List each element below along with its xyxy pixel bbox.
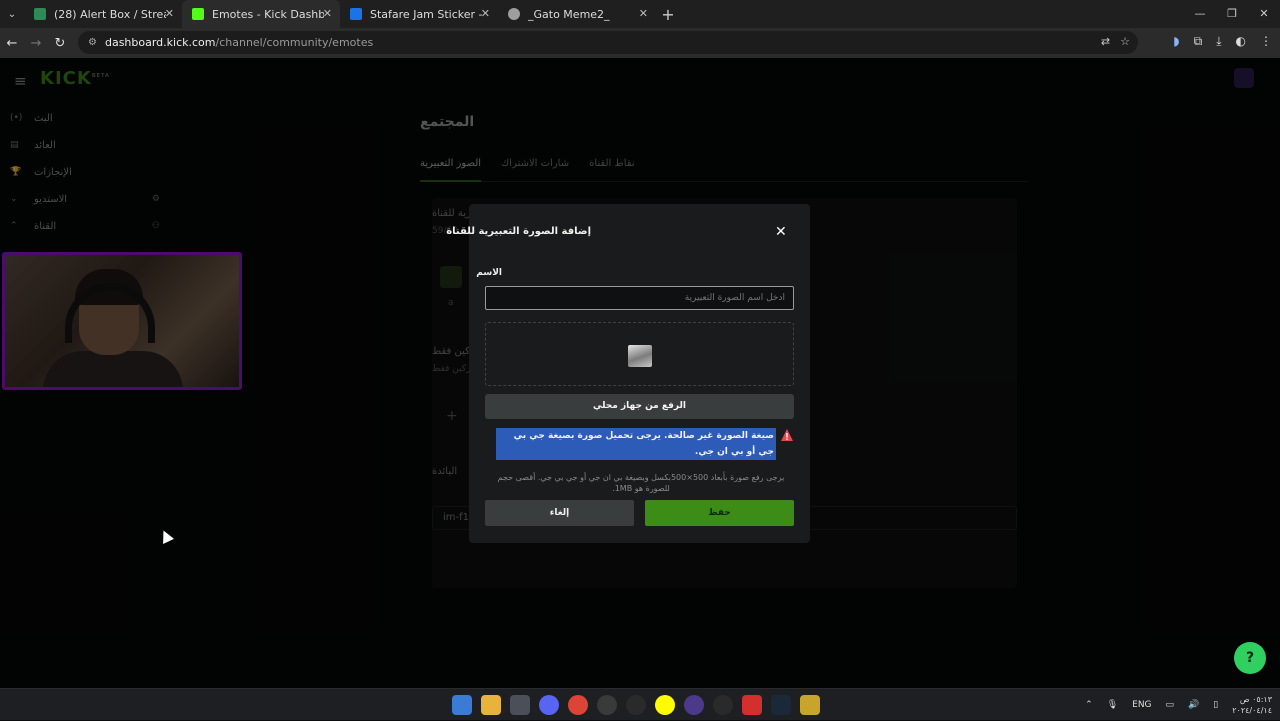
window-close-icon[interactable]: ✕ xyxy=(1248,0,1280,28)
tab-search-chevron-icon[interactable]: ⌄ xyxy=(0,9,24,20)
windows-taskbar: ⌃ 🎙 ENG ▭ 🔊 ▯ ٠٥:١٣ ص ٢٠٢٤/٠٤/١٤ xyxy=(0,688,1280,720)
network-icon[interactable]: ▭ xyxy=(1166,700,1175,710)
chrome-icon[interactable] xyxy=(568,695,588,715)
name-label: الاسم xyxy=(476,268,502,278)
download-icon[interactable]: ⤓ xyxy=(1216,34,1221,49)
browser-tab-kick-dashboard[interactable]: Emotes - Kick Dashboard ✕ xyxy=(182,0,340,28)
snapchat-icon[interactable] xyxy=(655,695,675,715)
bookmark-star-icon[interactable]: ☆ xyxy=(1120,35,1130,48)
close-tab-icon[interactable]: ✕ xyxy=(323,7,332,20)
discord-icon[interactable] xyxy=(539,695,559,715)
back-arrow-icon[interactable]: ← xyxy=(0,36,24,51)
site-info-icon[interactable]: ⚙ xyxy=(88,37,97,48)
cancel-button[interactable]: إلغاء xyxy=(485,500,634,526)
address-bar[interactable]: ⚙ dashboard.kick.com/channel/community/e… xyxy=(78,31,1138,54)
kick-dashboard-page: ≡ KICKBETA (•) البث ▤ العائد 🏆 الإنجازات ⌄ ا… xyxy=(0,58,1280,688)
browser-tab-stafare[interactable]: Stafare Jam Sticker - Stafare Ja ✕ xyxy=(340,0,498,28)
read-aloud-icon[interactable]: ◗ xyxy=(1173,34,1179,49)
image-dropzone[interactable] xyxy=(485,322,794,386)
error-message: صيغة الصورة غير صالحة. يرجى تحميل صورة ب… xyxy=(485,428,794,460)
save-button[interactable]: حفظ xyxy=(645,500,794,526)
language-indicator[interactable]: ENG xyxy=(1132,700,1151,710)
reload-icon[interactable]: ↻ xyxy=(48,36,72,51)
browser-toolbar: ← → ↻ ⚙ dashboard.kick.com/channel/commu… xyxy=(0,28,1280,58)
emote-preview-image xyxy=(628,345,652,367)
close-tab-icon[interactable]: ✕ xyxy=(639,7,648,20)
warning-icon xyxy=(781,429,793,441)
media-app-icon[interactable] xyxy=(800,695,820,715)
upload-from-device-button[interactable]: الرفع من جهاز محلي xyxy=(485,394,794,419)
store-icon[interactable] xyxy=(510,695,530,715)
volume-icon[interactable]: 🔊 xyxy=(1188,700,1199,710)
github-icon[interactable] xyxy=(713,695,733,715)
upload-hint: يرجى رفع صورة بأبعاد 500×500بكسل وبصيغة … xyxy=(497,473,785,493)
streamlabs-favicon-icon xyxy=(34,8,46,20)
new-tab-plus-icon[interactable]: + xyxy=(656,5,680,24)
close-tab-icon[interactable]: ✕ xyxy=(481,7,490,20)
microphone-icon[interactable]: 🎙 xyxy=(1107,700,1118,710)
forward-arrow-icon[interactable]: → xyxy=(24,36,48,51)
modal-title: إضافة الصورة التعبيرية للقناة xyxy=(446,226,591,237)
steam-icon[interactable] xyxy=(771,695,791,715)
start-menu-icon[interactable] xyxy=(452,695,472,715)
gif-favicon-icon xyxy=(350,8,362,20)
browser-menu-icon[interactable]: ⋮ xyxy=(1260,34,1272,49)
restore-icon[interactable]: ❐ xyxy=(1216,0,1248,28)
add-emote-modal: إضافة الصورة التعبيرية للقناة ✕ الاسم ال… xyxy=(446,204,810,543)
file-explorer-icon[interactable] xyxy=(481,695,501,715)
support-chat-icon[interactable]: ? xyxy=(1234,642,1266,674)
minimize-icon[interactable]: — xyxy=(1184,0,1216,28)
system-clock[interactable]: ٠٥:١٣ ص ٢٠٢٤/٠٤/١٤ xyxy=(1232,694,1272,716)
browser-tab-gato-meme[interactable]: _Gato Meme2_ ✕ xyxy=(498,0,656,28)
chatgpt-icon[interactable] xyxy=(626,695,646,715)
globe-favicon-icon xyxy=(508,8,520,20)
obs-icon[interactable] xyxy=(597,695,617,715)
tray-chevron-up-icon[interactable]: ⌃ xyxy=(1085,700,1093,710)
translate-icon[interactable]: ⇄ xyxy=(1101,35,1110,48)
url-path: /channel/community/emotes xyxy=(215,36,374,49)
close-tab-icon[interactable]: ✕ xyxy=(165,7,174,20)
emote-name-input[interactable] xyxy=(485,286,794,310)
kick-favicon-icon xyxy=(192,8,204,20)
adobe-icon[interactable] xyxy=(742,695,762,715)
profile-icon[interactable]: ◐ xyxy=(1236,34,1246,49)
browser-tab-strip: ⌄ (28) Alert Box / Streamlabs ✕ Emotes -… xyxy=(0,0,1280,28)
url-domain: dashboard.kick.com xyxy=(104,36,216,49)
error-text: صيغة الصورة غير صالحة. يرجى تحميل صورة ب… xyxy=(496,428,776,460)
browser-tab-streamlabs[interactable]: (28) Alert Box / Streamlabs ✕ xyxy=(24,0,182,28)
battery-icon[interactable]: ▯ xyxy=(1213,700,1218,710)
app-icon[interactable] xyxy=(684,695,704,715)
close-icon[interactable]: ✕ xyxy=(775,224,787,240)
extensions-puzzle-icon[interactable]: ⧉ xyxy=(1194,34,1203,49)
